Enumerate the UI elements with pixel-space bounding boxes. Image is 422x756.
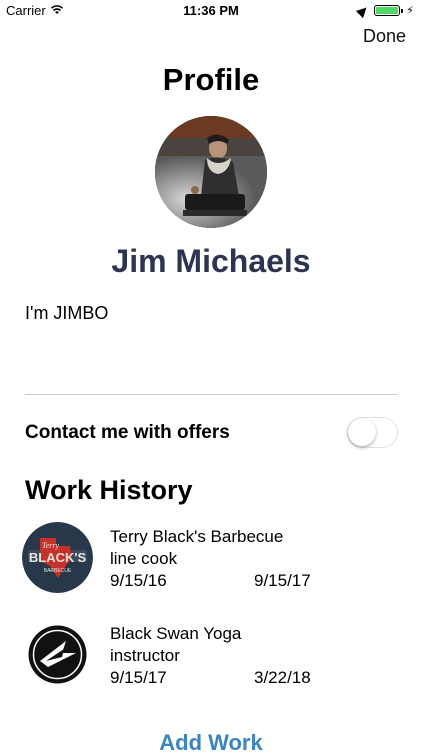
work-end-date: 9/15/17 [254, 571, 311, 590]
terry-blacks-logo-icon: BLACK'S Terry BARBECUE [22, 522, 93, 593]
svg-text:Terry: Terry [42, 541, 59, 550]
offers-label: Contact me with offers [25, 422, 230, 443]
work-start-date: 9/15/17 [110, 668, 167, 687]
add-work-button[interactable]: Add Work [0, 730, 422, 756]
work-end-date: 3/22/18 [254, 668, 311, 687]
battery-fill [376, 7, 399, 14]
work-role: instructor [110, 646, 180, 665]
work-role: line cook [110, 549, 178, 568]
work-company: Terry Black's Barbecue [110, 527, 284, 546]
battery-icon [374, 5, 404, 16]
location-arrow-icon [356, 3, 371, 18]
toggle-knob [348, 418, 376, 446]
work-history-item[interactable]: BLACK'S Terry BARBECUE Terry Black's Bar… [0, 522, 422, 602]
offers-toggle[interactable] [347, 417, 398, 448]
status-right: ⚡ [356, 3, 414, 18]
black-swan-logo-icon [22, 619, 93, 690]
profile-bio[interactable]: I'm JIMBO [25, 303, 108, 324]
charging-bolt-icon: ⚡ [406, 5, 414, 17]
svg-text:BLACK'S: BLACK'S [29, 550, 87, 565]
profile-name: Jim Michaels [111, 243, 311, 279]
done-button[interactable]: Done [363, 26, 406, 47]
battery-cap [401, 9, 404, 13]
avatar[interactable] [155, 116, 267, 228]
work-start-date: 9/15/16 [110, 571, 167, 590]
page-title: Profile [162, 62, 260, 97]
status-bar: Carrier 11:36 PM ⚡ [0, 0, 422, 22]
svg-text:BARBECUE: BARBECUE [44, 568, 72, 574]
work-history-item[interactable]: Black Swan Yoga instructor 9/15/17 3/22/… [0, 619, 422, 699]
work-history-title: Work History [25, 475, 193, 505]
divider [25, 394, 397, 395]
work-company: Black Swan Yoga [110, 624, 242, 643]
